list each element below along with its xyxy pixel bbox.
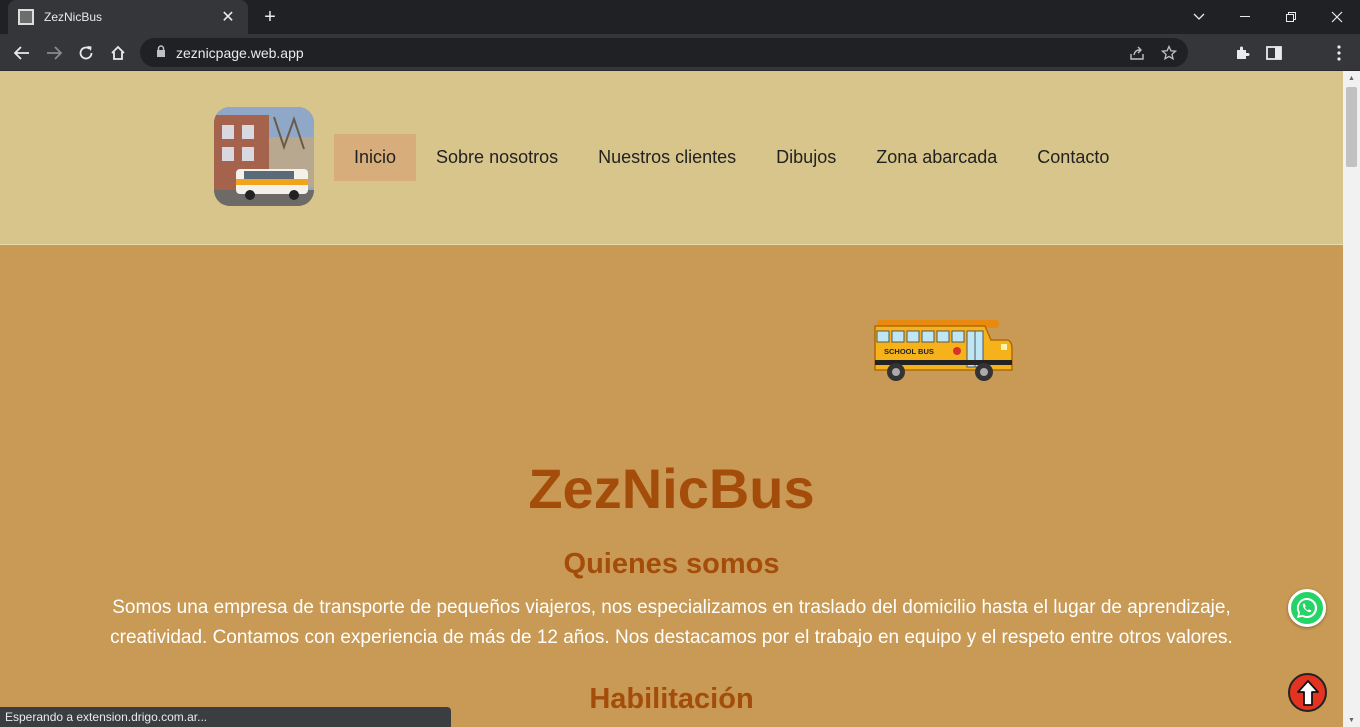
browser-tabbar: ZezNicBus ✕ + <box>0 0 1360 34</box>
back-icon[interactable] <box>9 40 35 66</box>
minimize-icon[interactable] <box>1222 0 1268 34</box>
nav-item-sobre-nosotros[interactable]: Sobre nosotros <box>416 134 578 181</box>
menu-kebab-icon[interactable] <box>1326 40 1352 66</box>
nav-item-zona-abarcada[interactable]: Zona abarcada <box>856 134 1017 181</box>
url-text: zeznicpage.web.app <box>176 44 304 61</box>
page-scrollbar[interactable]: ▲ ▼ <box>1343 71 1360 727</box>
main-nav: Inicio Sobre nosotros Nuestros clientes … <box>334 134 1129 181</box>
site-header: Inicio Sobre nosotros Nuestros clientes … <box>0 71 1343 245</box>
bus-sign-text: SCHOOL BUS <box>884 347 934 356</box>
scroll-to-top-button[interactable] <box>1288 673 1327 712</box>
close-window-icon[interactable] <box>1314 0 1360 34</box>
extensions-icon[interactable] <box>1229 40 1255 66</box>
address-bar[interactable]: zeznicpage.web.app <box>140 38 1188 67</box>
about-heading: Quienes somos <box>563 548 780 580</box>
nav-item-dibujos[interactable]: Dibujos <box>756 134 856 181</box>
lock-icon <box>156 45 166 60</box>
home-icon[interactable] <box>105 40 131 66</box>
about-paragraph: Somos una empresa de transporte de peque… <box>110 597 1233 648</box>
logo-image[interactable] <box>214 107 314 206</box>
side-panel-icon[interactable] <box>1261 40 1287 66</box>
school-bus-illustration: SCHOOL BUS <box>874 320 1013 381</box>
reload-icon[interactable] <box>73 40 99 66</box>
share-icon[interactable] <box>1126 42 1148 64</box>
browser-tab[interactable]: ZezNicBus ✕ <box>8 0 248 34</box>
restore-icon[interactable] <box>1268 0 1314 34</box>
browser-toolbar: zeznicpage.web.app <box>0 34 1360 71</box>
nav-item-inicio[interactable]: Inicio <box>334 134 417 181</box>
tab-close-icon[interactable]: ✕ <box>218 7 238 27</box>
page-viewport: Inicio Sobre nosotros Nuestros clientes … <box>0 71 1343 727</box>
scroll-down-arrow-icon[interactable]: ▼ <box>1343 713 1360 727</box>
tab-favicon-icon <box>18 9 34 25</box>
brand-title: ZezNicBus <box>528 457 815 520</box>
tab-title: ZezNicBus <box>44 10 103 24</box>
forward-icon[interactable] <box>41 40 67 66</box>
bookmark-star-icon[interactable] <box>1158 42 1180 64</box>
whatsapp-button[interactable] <box>1288 589 1326 627</box>
tab-search-icon[interactable] <box>1176 0 1222 34</box>
scroll-up-arrow-icon[interactable]: ▲ <box>1343 71 1360 85</box>
scrollbar-thumb[interactable] <box>1346 87 1357 167</box>
new-tab-button[interactable]: + <box>258 5 282 29</box>
nav-item-nuestros-clientes[interactable]: Nuestros clientes <box>578 134 756 181</box>
arrow-up-icon <box>1296 679 1319 706</box>
nav-item-contacto[interactable]: Contacto <box>1017 134 1129 181</box>
browser-status-bar: Esperando a extension.drigo.com.ar... <box>0 707 451 727</box>
whatsapp-icon <box>1296 597 1318 618</box>
